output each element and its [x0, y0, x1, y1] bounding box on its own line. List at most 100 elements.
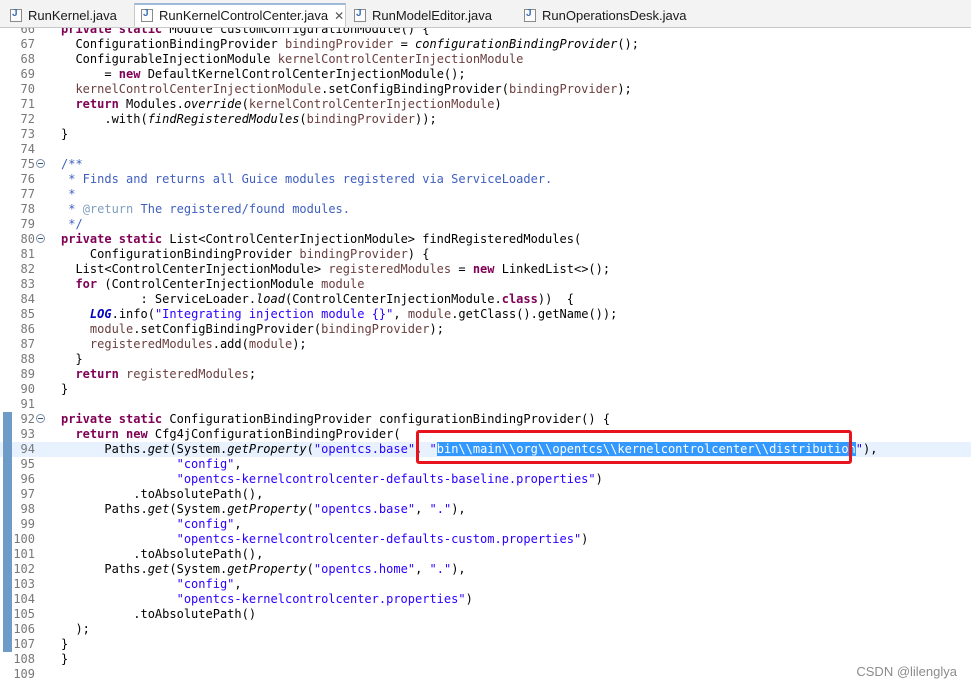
line-number: 108 [13, 652, 35, 666]
code-line[interactable]: 102 Paths.get(System.getProperty("opentc… [0, 562, 971, 577]
tab-run-kernel-control-center[interactable]: RunKernelControlCenter.java ✕ [134, 3, 346, 27]
java-file-icon [524, 8, 536, 22]
line-number: 66 [20, 28, 35, 36]
code-line[interactable]: 97 .toAbsolutePath(), [0, 487, 971, 502]
code-text: kernelControlCenterInjectionModule.setCo… [61, 82, 632, 97]
code-line[interactable]: 96 "opentcs-kernelcontrolcenter-defaults… [0, 472, 971, 487]
code-line[interactable]: 66 private static Module customConfigurat… [0, 28, 971, 37]
code-text: /** [61, 157, 83, 172]
code-token: } [61, 637, 69, 651]
code-token: private static [61, 232, 170, 246]
code-token: get [147, 502, 170, 516]
code-line[interactable]: 78 * @return The registered/found module… [0, 202, 971, 217]
code-token: ); [292, 337, 307, 351]
line-number: 70 [20, 82, 35, 96]
code-token: module [61, 322, 134, 336]
code-token: "." [429, 502, 452, 516]
code-token: " [855, 442, 864, 456]
code-token: "Integrating injection module {}" [154, 307, 394, 321]
code-line[interactable]: 89 return registeredModules; [0, 367, 971, 382]
code-line[interactable]: 86 module.setConfigBindingProvider(bindi… [0, 322, 971, 337]
code-text: return registeredModules; [61, 367, 256, 382]
code-token: bindingProvider [321, 322, 430, 336]
code-line[interactable]: 85 LOG.info("Integrating injection modul… [0, 307, 971, 322]
line-number: 81 [20, 247, 35, 261]
code-token: ConfigurationBindingProvider configurati… [169, 412, 611, 426]
code-line[interactable]: 67 ConfigurationBindingProvider bindingP… [0, 37, 971, 52]
code-token: getProperty [227, 502, 307, 516]
fold-toggle-icon[interactable] [36, 159, 45, 168]
code-line[interactable]: 73} [0, 127, 971, 142]
code-token: (System. [169, 562, 228, 576]
tab-run-operations-desk[interactable]: RunOperationsDesk.java [518, 3, 708, 27]
code-line[interactable]: 90} [0, 382, 971, 397]
code-token: ) [465, 592, 473, 606]
code-line[interactable]: 100 "opentcs-kernelcontrolcenter-default… [0, 532, 971, 547]
code-token: private static [61, 412, 170, 426]
code-line[interactable]: 72 .with(findRegisteredModules(bindingPr… [0, 112, 971, 127]
code-token: The registered/found modules. [133, 202, 351, 216]
code-token: , [393, 307, 408, 321]
code-line[interactable]: 91 [0, 397, 971, 412]
line-number: 83 [20, 277, 35, 291]
code-line[interactable]: 107} [0, 637, 971, 652]
code-line[interactable]: 101 .toAbsolutePath(), [0, 547, 971, 562]
code-text: } [61, 352, 82, 367]
code-line[interactable]: 79 */ [0, 217, 971, 232]
code-line[interactable]: 103 "config", [0, 577, 971, 592]
code-text: module.setConfigBindingProvider(bindingP… [61, 322, 444, 337]
code-line[interactable]: 105 .toAbsolutePath() [0, 607, 971, 622]
code-line[interactable]: 109 [0, 667, 971, 682]
code-line[interactable]: 84 : ServiceLoader.load(ControlCenterInj… [0, 292, 971, 307]
code-line[interactable]: 70 kernelControlCenterInjectionModule.se… [0, 82, 971, 97]
code-line[interactable]: 68 ConfigurableInjectionModule kernelCon… [0, 52, 971, 67]
code-line[interactable]: 77 * [0, 187, 971, 202]
fold-toggle-icon[interactable] [36, 234, 45, 243]
code-line[interactable]: 104 "opentcs-kernelcontrolcenter.propert… [0, 592, 971, 607]
code-text: * [61, 187, 75, 202]
code-line[interactable]: 75 /** [0, 157, 971, 172]
code-token: (System. [169, 442, 228, 456]
code-line[interactable]: 80 private static List<ControlCenterInjec… [0, 232, 971, 247]
code-line[interactable]: 69 = new DefaultKernelControlCenterInjec… [0, 67, 971, 82]
code-line[interactable]: 108} [0, 652, 971, 667]
code-line[interactable]: 88 } [0, 352, 971, 367]
code-token: for [61, 277, 105, 291]
code-token: .getClass().getName()); [451, 307, 618, 321]
code-line[interactable]: 87 registeredModules.add(module); [0, 337, 971, 352]
line-number: 77 [20, 187, 35, 201]
code-text: "opentcs-kernelcontrolcenter-defaults-ba… [61, 472, 603, 487]
code-token: "opentcs-kernelcontrolcenter-defaults-ba… [176, 472, 596, 486]
tab-run-kernel[interactable]: RunKernel.java [4, 3, 132, 27]
code-editor[interactable]: 66 private static Module customConfigurat… [0, 28, 971, 689]
code-token: ), [451, 502, 466, 516]
tab-run-model-editor[interactable]: RunModelEditor.java [348, 3, 518, 27]
code-line[interactable]: 71 return Modules.override(kernelControl… [0, 97, 971, 112]
fold-toggle-icon[interactable] [36, 414, 45, 423]
code-line[interactable]: 76 * Finds and returns all Guice modules… [0, 172, 971, 187]
code-token: DefaultKernelControlCenterInjectionModul… [147, 67, 466, 81]
code-token: "config" [176, 457, 235, 471]
code-line[interactable]: 81 ConfigurationBindingProvider bindingP… [0, 247, 971, 262]
code-line[interactable]: 106 ); [0, 622, 971, 637]
line-number: 79 [20, 217, 35, 231]
code-line[interactable]: 99 "config", [0, 517, 971, 532]
code-line[interactable]: 74 [0, 142, 971, 157]
line-number: 80 [20, 232, 35, 246]
code-text: Paths.get(System.getProperty("opentcs.ba… [61, 502, 466, 517]
close-icon[interactable]: ✕ [334, 9, 344, 23]
line-number: 102 [13, 562, 35, 576]
code-line[interactable]: 83 for (ControlCenterInjectionModule mod… [0, 277, 971, 292]
code-line[interactable]: 92 private static ConfigurationBindingPro… [0, 412, 971, 427]
code-line[interactable]: 82 List<ControlCenterInjectionModule> re… [0, 262, 971, 277]
code-token: get [147, 442, 170, 456]
code-text: private static List<ControlCenterInjecti… [61, 232, 581, 247]
code-token: @return [82, 202, 134, 216]
code-line[interactable]: 98 Paths.get(System.getProperty("opentcs… [0, 502, 971, 517]
code-token: ( [306, 502, 314, 516]
line-number: 73 [20, 127, 35, 141]
code-token: (ControlCenterInjectionModule [104, 277, 322, 291]
code-token: LinkedList<>(); [501, 262, 611, 276]
code-token: ); [617, 82, 632, 96]
